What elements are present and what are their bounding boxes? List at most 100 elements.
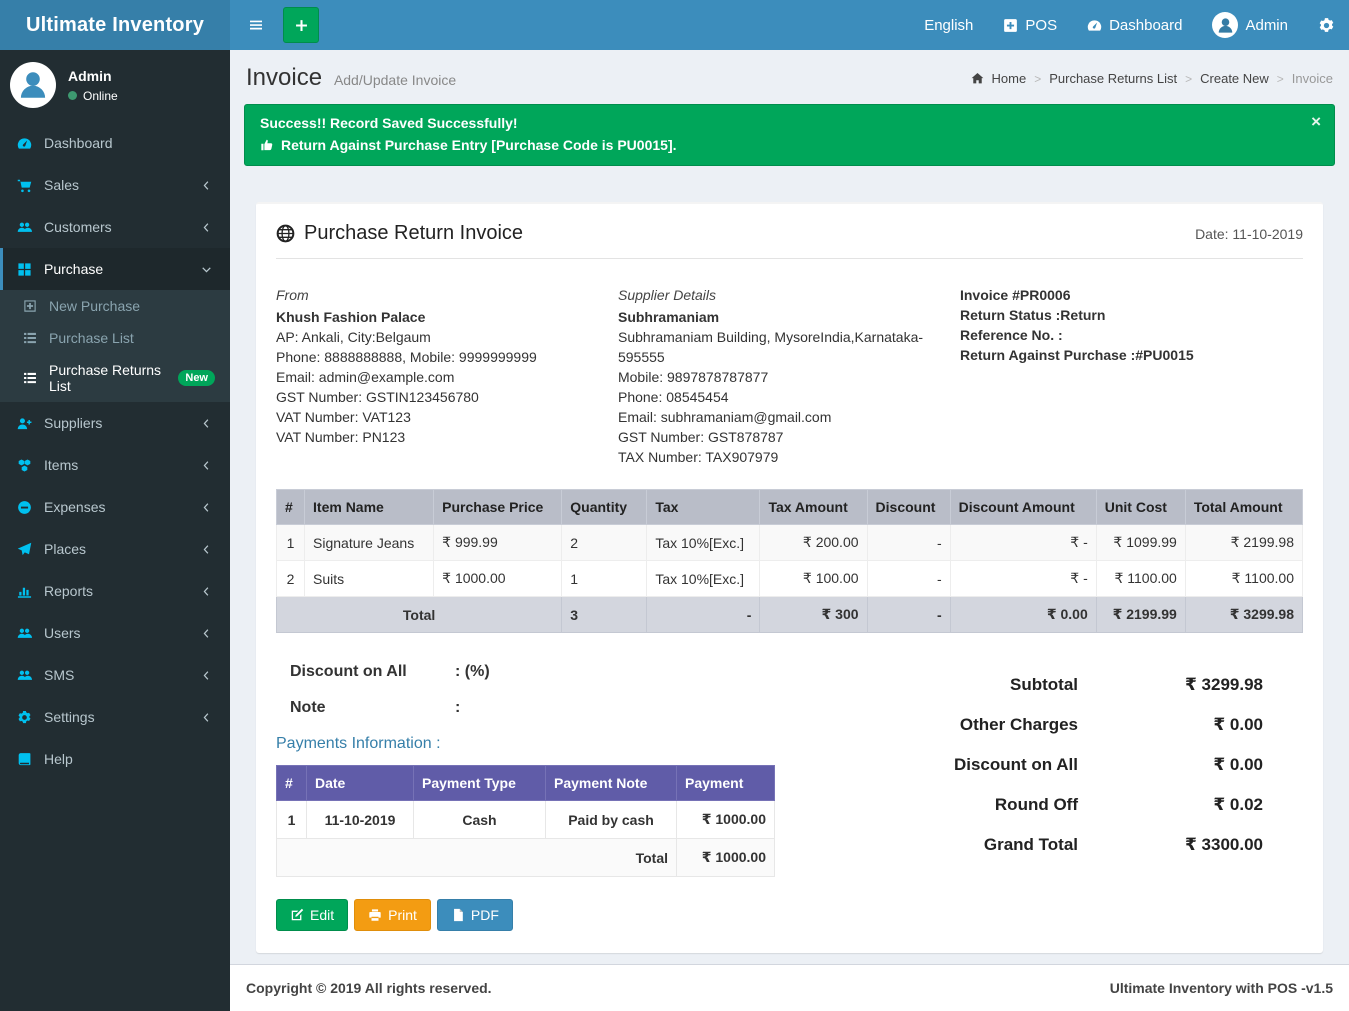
breadcrumb-separator: > (1277, 72, 1284, 86)
item-row: 1Signature Jeans₹ 999.992Tax 10%[Exc.]₹ … (277, 525, 1303, 561)
sidebar-item-dashboard[interactable]: Dashboard (0, 122, 230, 164)
sidebar-submenu: New Purchase Purchase List Purchase Return… (0, 290, 230, 402)
breadcrumb: Home>Purchase Returns List>Create New>In… (971, 71, 1333, 86)
payment-cell: 1 (277, 801, 307, 839)
minus-circle-icon (15, 500, 33, 515)
chevron-left-icon (197, 712, 215, 723)
item-row: 2Suits₹ 1000.001Tax 10%[Exc.]₹ 100.00-₹ … (277, 561, 1303, 597)
detail-line: Reference No. : (960, 325, 1272, 345)
summary-value: ₹ 0.00 (1078, 755, 1303, 775)
user-menu[interactable]: Admin (1212, 12, 1288, 38)
sidebar-item-expenses[interactable]: Expenses (0, 486, 230, 528)
dashboard-link[interactable]: Dashboard (1087, 17, 1182, 34)
column-header: Discount Amount (950, 490, 1096, 525)
breadcrumb-item-home[interactable]: Home (992, 71, 1027, 86)
dashboard-label: Dashboard (1109, 17, 1182, 34)
column-header: # (277, 490, 305, 525)
item-cell: 2 (277, 561, 305, 597)
payment-cell: ₹ 1000.00 (677, 801, 775, 839)
breadcrumb-item-create-new[interactable]: Create New (1200, 71, 1269, 86)
sidebar-item-customers[interactable]: Customers (0, 206, 230, 248)
column-header: Total Amount (1185, 490, 1302, 525)
detail-line: Email: admin@example.com (276, 367, 588, 387)
summary-row-round-off: Round Off ₹ 0.02 (851, 785, 1303, 825)
sidebar-item-label: Purchase List (49, 330, 215, 346)
column-header: Tax (647, 490, 760, 525)
user-status: Online (68, 89, 118, 103)
item-cell: - (867, 561, 950, 597)
detail-line: VAT Number: VAT123 (276, 407, 588, 427)
invoice-meta-block: Invoice #PR0006Return Status :ReturnRefe… (960, 285, 1302, 467)
discount-on-all-label: Discount on All (290, 663, 455, 681)
detail-line: GST Number: GST878787 (618, 427, 930, 447)
detail-line: Email: subhramaniam@gmail.com (618, 407, 930, 427)
alert-close-icon[interactable]: × (1311, 113, 1321, 130)
breadcrumb-item-purchase-returns-list[interactable]: Purchase Returns List (1049, 71, 1177, 86)
hamburger-icon[interactable] (244, 13, 268, 37)
edit-icon (290, 908, 304, 922)
detail-line: Return Against Purchase :#PU0015 (960, 345, 1272, 365)
total-tax: - (647, 597, 760, 633)
print-button[interactable]: Print (354, 899, 431, 931)
button-label: PDF (471, 907, 499, 923)
payments-heading: Payments Information : (276, 735, 851, 753)
payments-table: #DatePayment TypePayment NotePayment111-… (276, 765, 775, 877)
sidebar-item-settings[interactable]: Settings (0, 696, 230, 738)
footer-copyright: Copyright © 2019 All rights reserved. (246, 980, 492, 996)
summary-label: Other Charges (851, 715, 1078, 735)
sidebar-item-suppliers[interactable]: Suppliers (0, 402, 230, 444)
language-menu[interactable]: English (924, 17, 973, 34)
sidebar-item-sms[interactable]: SMS (0, 654, 230, 696)
item-cell: ₹ 999.99 (434, 525, 562, 561)
item-cell: Tax 10%[Exc.] (647, 561, 760, 597)
brand-title: Ultimate Inventory (26, 14, 204, 37)
success-alert: Success!! Record Saved Successfully! Ret… (244, 104, 1335, 166)
settings-gears-icon[interactable] (1318, 17, 1335, 34)
item-cell: ₹ - (950, 561, 1096, 597)
pos-link[interactable]: POS (1003, 17, 1057, 34)
column-header: Discount (867, 490, 950, 525)
item-cell: ₹ 1100.00 (1185, 561, 1302, 597)
item-cell: ₹ 100.00 (760, 561, 867, 597)
item-cell: ₹ 2199.98 (1185, 525, 1302, 561)
payment-cell: Paid by cash (546, 801, 677, 839)
person-icon (1216, 16, 1235, 35)
payment-cell: 11-10-2019 (307, 801, 414, 839)
invoice-card: Purchase Return Invoice Date: 11-10-2019… (256, 202, 1323, 953)
sidebar-item-new-purchase[interactable]: New Purchase (0, 290, 230, 322)
summary-row-grand-total: Grand Total ₹ 3300.00 (851, 825, 1303, 865)
column-header: Tax Amount (760, 490, 867, 525)
chevron-left-icon (197, 180, 215, 191)
sidebar-item-reports[interactable]: Reports (0, 570, 230, 612)
summary-value: ₹ 3299.98 (1078, 675, 1303, 695)
sidebar: Ultimate Inventory Admin Online Dashboar… (0, 0, 230, 1011)
total-tax-amount: ₹ 300 (760, 597, 867, 633)
sidebar-item-purchase-list[interactable]: Purchase List (0, 322, 230, 354)
sidebar-item-purchase[interactable]: Purchase (0, 248, 230, 290)
sidebar-item-sales[interactable]: Sales (0, 164, 230, 206)
pdf-button[interactable]: PDF (437, 899, 513, 931)
from-block: From Khush Fashion Palace AP: Ankali, Ci… (276, 285, 618, 467)
edit-button[interactable]: Edit (276, 899, 348, 931)
content: Success!! Record Saved Successfully! Ret… (230, 104, 1349, 964)
sidebar-item-users[interactable]: Users (0, 612, 230, 654)
sidebar-item-purchase-returns-list[interactable]: Purchase Returns ListNew (0, 354, 230, 402)
paper-plane-icon (15, 542, 33, 557)
online-dot (68, 91, 77, 100)
users-icon (15, 626, 33, 641)
sidebar-item-help[interactable]: Help (0, 738, 230, 780)
footer-version: Ultimate Inventory with POS -v1.5 (1110, 980, 1333, 996)
invoice-title: Purchase Return Invoice (304, 222, 523, 245)
quick-add-button[interactable] (283, 7, 319, 43)
sidebar-item-places[interactable]: Places (0, 528, 230, 570)
pos-label: POS (1025, 17, 1057, 34)
bar-chart-icon (15, 584, 33, 599)
detail-line: VAT Number: PN123 (276, 427, 588, 447)
sidebar-item-items[interactable]: Items (0, 444, 230, 486)
brand-logo[interactable]: Ultimate Inventory (0, 0, 230, 50)
detail-line: Subhramaniam Building, MysoreIndia,Karna… (618, 327, 930, 367)
alert-line-1: Success!! Record Saved Successfully! (260, 115, 1319, 131)
summary-row-subtotal: Subtotal ₹ 3299.98 (851, 665, 1303, 705)
from-name: Khush Fashion Palace (276, 307, 588, 327)
invoice-parties: From Khush Fashion Palace AP: Ankali, Ci… (276, 285, 1303, 467)
